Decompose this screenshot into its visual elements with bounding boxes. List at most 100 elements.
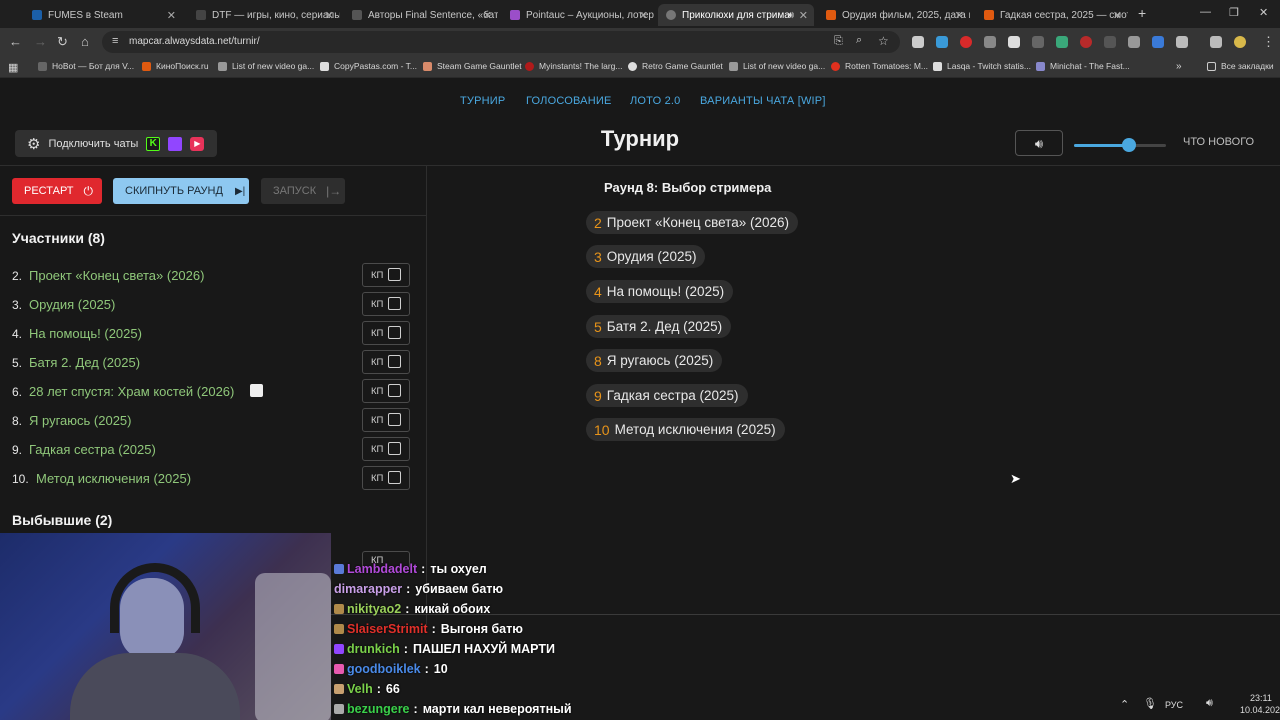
bookmark-star-icon[interactable]: ☆ — [878, 34, 889, 48]
translate-icon[interactable]: ⎘ — [834, 35, 843, 48]
bookmark-item[interactable]: Steam Game Gauntlet — [423, 61, 522, 71]
round-candidate-chip[interactable]: 5 Батя 2. Дед (2025) — [586, 315, 732, 338]
all-bookmarks[interactable]: Все закладки — [1207, 61, 1274, 71]
new-tab-plus-icon[interactable]: + — [1138, 5, 1146, 21]
close-tab-icon[interactable]: ✕ — [1113, 9, 1122, 22]
column-divider — [426, 166, 427, 626]
volume-slider-thumb[interactable] — [1122, 138, 1137, 152]
participant-name[interactable]: Метод исключения (2025) — [36, 471, 191, 486]
kinopoisk-link-button[interactable]: КП — [362, 321, 410, 345]
profile-avatar-icon[interactable] — [1234, 36, 1246, 48]
browser-tab[interactable]: DTF — игры, кино, сериалы, р ✕ — [188, 4, 340, 26]
nav-link-loto[interactable]: ЛОТО 2.0 — [630, 95, 681, 107]
extension-icon[interactable] — [1128, 36, 1140, 48]
browser-tab-active[interactable]: Приколюхи для стрима 🔊︎ ✕ — [658, 4, 814, 26]
bookmark-item[interactable]: List of new video ga... — [218, 61, 314, 71]
round-candidate-chip[interactable]: 10 Метод исключения (2025) — [586, 418, 785, 441]
launch-button[interactable]: ЗАПУСК |→ — [261, 178, 345, 204]
browser-tab[interactable]: Pointauc – Аукционы, лотерея ✕ — [502, 4, 654, 26]
bookmark-item[interactable]: Myinstants! The larg... — [525, 61, 622, 71]
participant-name[interactable]: Орудия (2025) — [29, 297, 115, 312]
round-candidate-chip[interactable]: 4 На помощь! (2025) — [586, 280, 734, 303]
nav-link-voting[interactable]: ГОЛОСОВАНИЕ — [526, 95, 612, 107]
extension-icon[interactable] — [936, 36, 948, 48]
kinopoisk-link-button[interactable]: КП — [362, 466, 410, 490]
browser-tab[interactable]: FUMES в Steam ✕ — [24, 4, 182, 26]
round-candidate-chip[interactable]: 3 Орудия (2025) — [586, 245, 706, 268]
close-window-icon[interactable]: ✕ — [1259, 6, 1268, 19]
extension-icon[interactable] — [984, 36, 996, 48]
volume-tray-icon[interactable]: 🔊︎ — [1206, 697, 1213, 710]
volume-slider[interactable] — [1074, 138, 1166, 152]
browser-tab[interactable]: Гадкая сестра, 2025 — смотр ✕ — [976, 4, 1128, 26]
participant-name[interactable]: На помощь! (2025) — [29, 326, 142, 341]
close-tab-icon[interactable]: ✕ — [167, 9, 176, 22]
browser-tab[interactable]: Орудия фильм, 2025, дата вы ✕ — [818, 4, 970, 26]
round-candidate-chip[interactable]: 2 Проект «Конец света» (2026) — [586, 211, 798, 234]
extension-icon[interactable] — [1032, 36, 1044, 48]
browser-tab[interactable]: Авторы Final Sentence, «батл ✕ — [344, 4, 498, 26]
chat-message: Lambdadelt: ты охуел — [334, 562, 487, 576]
close-tab-icon[interactable]: ✕ — [955, 9, 964, 22]
close-tab-icon[interactable]: ✕ — [483, 9, 492, 22]
close-tab-icon[interactable]: ✕ — [799, 9, 808, 22]
participant-name[interactable]: Проект «Конец света» (2026) — [29, 268, 204, 283]
bookmark-item[interactable]: НоBot — Бот для V... — [38, 61, 134, 71]
extension-icon[interactable] — [1080, 36, 1092, 48]
restore-icon[interactable]: ❐ — [1229, 6, 1239, 19]
participant-name[interactable]: Гадкая сестра (2025) — [29, 442, 156, 457]
zoom-icon[interactable]: ⌕ — [856, 34, 862, 47]
close-tab-icon[interactable]: ✕ — [325, 9, 334, 22]
participant-name[interactable]: 28 лет спустя: Храм костей (2026) — [29, 384, 234, 399]
extension-icon[interactable] — [1152, 36, 1164, 48]
more-bookmarks-chevron-icon[interactable]: » — [1176, 61, 1182, 72]
language-indicator[interactable]: РУС — [1165, 700, 1183, 710]
microphone-icon[interactable]: 🎙︎ — [1143, 697, 1157, 710]
participant-name[interactable]: Батя 2. Дед (2025) — [29, 355, 140, 370]
round-candidate-chip[interactable]: 9 Гадкая сестра (2025) — [586, 384, 748, 407]
clock-date[interactable]: 10.04.2026 — [1240, 705, 1280, 715]
reload-icon[interactable]: ↻ — [57, 34, 68, 50]
browser-menu-icon[interactable]: ⋮ — [1262, 34, 1275, 50]
nav-link-chat-variants[interactable]: ВАРИАНТЫ ЧАТА [WIP] — [700, 95, 826, 107]
speaker-icon[interactable]: 🔊︎ — [788, 10, 794, 21]
apps-grid-icon[interactable]: ▦ — [8, 61, 18, 74]
home-icon[interactable]: ⌂ — [81, 34, 89, 49]
clock-time[interactable]: 23:11 — [1250, 693, 1272, 703]
restart-button[interactable]: РЕСТАРТ ⏻ — [12, 178, 102, 204]
extension-icon[interactable] — [1008, 36, 1020, 48]
back-arrow-icon[interactable]: ← — [9, 34, 22, 49]
extension-icon[interactable] — [912, 36, 924, 48]
site-info-icon[interactable]: ≡ — [112, 35, 118, 47]
bookmark-item[interactable]: List of new video ga... — [729, 61, 825, 71]
puzzle-extensions-icon[interactable] — [1176, 36, 1188, 48]
extension-icon[interactable] — [1104, 36, 1116, 48]
close-tab-icon[interactable]: ✕ — [639, 9, 648, 22]
bookmark-item[interactable]: CopyPastas.com - T... — [320, 61, 417, 71]
connect-chats-button[interactable]: ⚙ Подключить чаты K ▶ — [15, 130, 217, 157]
bookmark-item[interactable]: Rotten Tomatoes: M... — [831, 61, 928, 71]
kinopoisk-link-button[interactable]: КП — [362, 292, 410, 316]
whats-new-link[interactable]: ЧТО НОВОГО — [1183, 136, 1254, 148]
kinopoisk-link-button[interactable]: КП — [362, 408, 410, 432]
extension-icon[interactable] — [960, 36, 972, 48]
bookmark-item[interactable]: КиноПоиск.ru — [142, 61, 209, 71]
bookmark-item[interactable]: Lasqa - Twitch statis... — [933, 61, 1031, 71]
bookmark-item[interactable]: Minichat - The Fast... — [1036, 61, 1130, 71]
bookmark-item[interactable]: Retro Game Gauntlet — [628, 61, 723, 71]
skip-round-button[interactable]: СКИПНУТЬ РАУНД ▶| — [113, 178, 249, 204]
kinopoisk-link-button[interactable]: КП — [362, 437, 410, 461]
kinopoisk-link-button[interactable]: КП — [362, 263, 410, 287]
round-candidate-chip[interactable]: 8 Я ругаюсь (2025) — [586, 349, 723, 372]
kinopoisk-link-button[interactable]: КП — [362, 350, 410, 374]
participant-name[interactable]: Я ругаюсь (2025) — [29, 413, 131, 428]
minimize-icon[interactable]: — — [1200, 6, 1211, 18]
address-bar[interactable]: ≡ mapcar.alwaysdata.net/turnir/ ⎘ ⌕ ☆ — [102, 31, 900, 53]
reading-list-icon[interactable] — [1210, 36, 1222, 48]
tray-chevron-up-icon[interactable]: ⌃ — [1120, 698, 1129, 711]
nav-link-tournament[interactable]: ТУРНИР — [460, 95, 505, 107]
volume-button[interactable]: 🔊︎ — [1015, 130, 1063, 156]
forward-arrow-icon[interactable]: → — [34, 34, 47, 49]
extension-icon[interactable] — [1056, 36, 1068, 48]
kinopoisk-link-button[interactable]: КП — [362, 379, 410, 403]
